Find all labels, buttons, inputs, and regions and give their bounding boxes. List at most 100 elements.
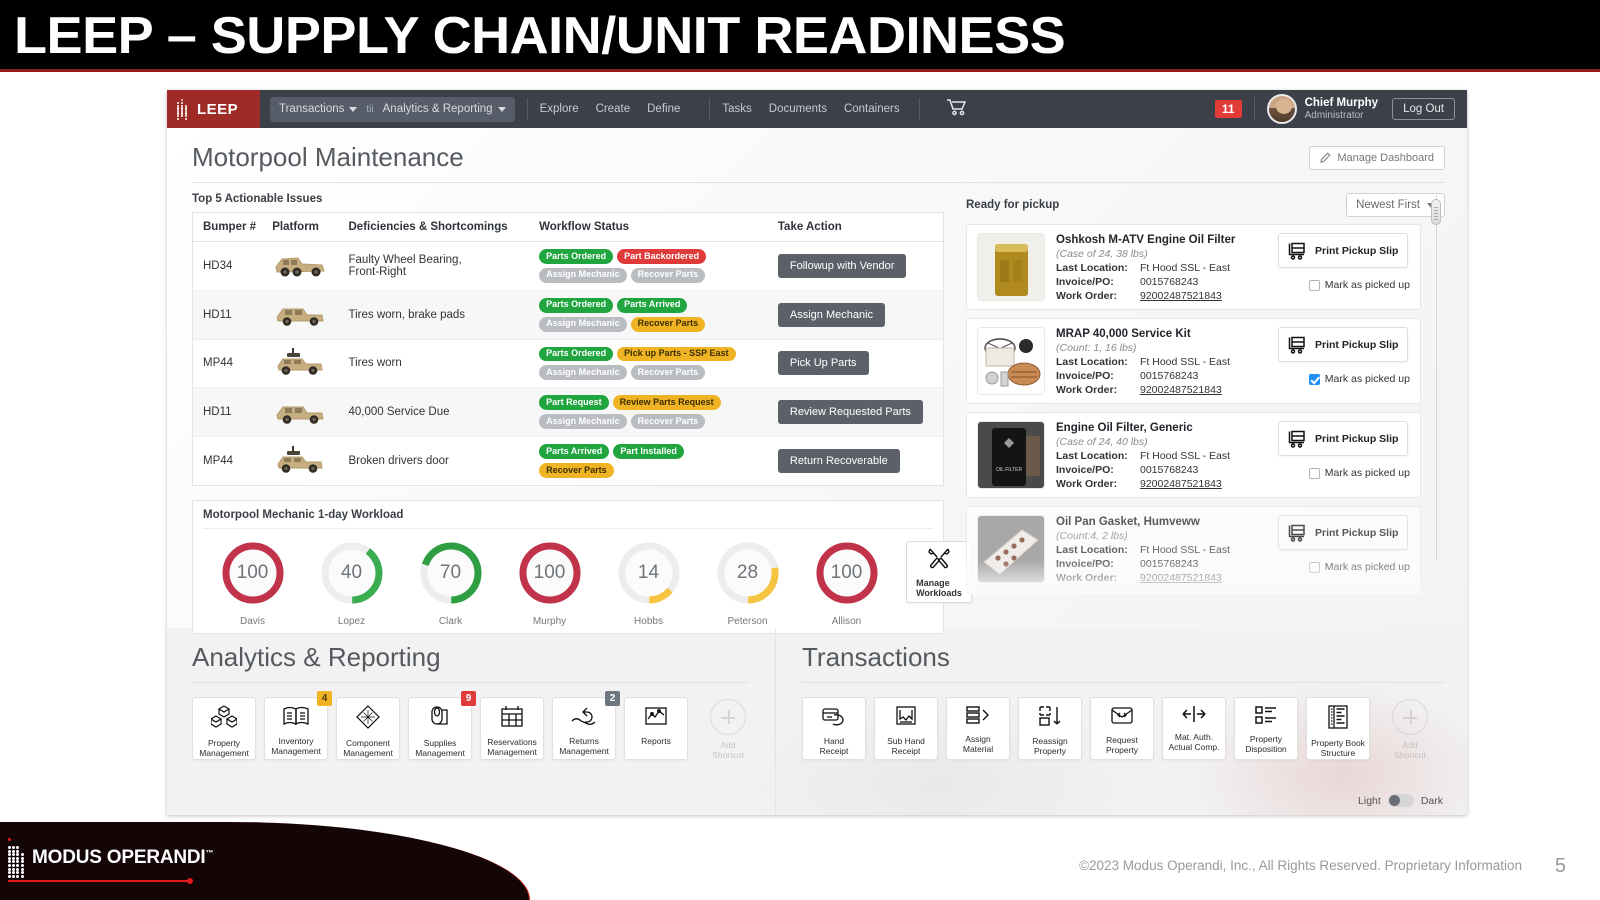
theme-toggle[interactable]: Light Dark xyxy=(1358,794,1443,807)
print-pickup-slip-button[interactable]: Print Pickup Slip xyxy=(1278,327,1408,362)
nav-link-define[interactable]: Define xyxy=(647,103,680,115)
dashboard-title: Motorpool Maintenance xyxy=(192,142,464,172)
take-action-button[interactable]: Pick Up Parts xyxy=(777,351,869,376)
nav-link-containers[interactable]: Containers xyxy=(844,103,900,115)
pickup-item-card[interactable]: MRAP 40,000 Service Kit (Count: 1, 16 lb… xyxy=(966,318,1421,404)
add-shortcut-button[interactable]: Add Shortcut xyxy=(696,697,760,761)
manage-workloads-button[interactable]: Manage Workloads xyxy=(906,540,972,603)
mark-picked-up-checkbox[interactable] xyxy=(1308,373,1320,385)
work-order-link[interactable]: 92002487521843 xyxy=(1140,478,1222,492)
shopping-cart-icon[interactable] xyxy=(946,98,968,121)
workload-gauge[interactable]: 70 Clark xyxy=(401,539,500,627)
shortcut-tile[interactable]: Request Property xyxy=(1090,697,1154,760)
mark-picked-up-label: Mark as picked up xyxy=(1324,279,1410,291)
nav-transactions[interactable]: Transactions xyxy=(279,103,358,115)
mark-picked-up-row[interactable]: Mark as picked up xyxy=(1278,467,1410,479)
transactions-panel-title: Transactions xyxy=(802,642,950,672)
workload-gauge[interactable]: 100 Allison xyxy=(797,539,896,627)
oil-filter-photo xyxy=(977,233,1045,301)
pickup-item-subtitle: (Case of 24, 38 lbs) xyxy=(1056,248,1148,261)
shortcut-tile[interactable]: Component Management xyxy=(336,697,400,760)
page-title: LEEP – SUPPLY CHAIN/UNIT READINESS xyxy=(14,7,1066,65)
pickup-item-card[interactable]: OIL FILTER Engine Oil Filter, Generic (C… xyxy=(966,412,1421,498)
logout-button[interactable]: Log Out xyxy=(1392,98,1455,120)
scrollbar-thumb[interactable] xyxy=(1431,199,1441,225)
workload-gauge[interactable]: 14 Hobbs xyxy=(599,539,698,627)
gauge-value: 14 xyxy=(637,561,660,583)
tile-label: Reports xyxy=(641,736,671,746)
mark-picked-up-row[interactable]: Mark as picked up xyxy=(1278,561,1410,573)
table-row[interactable]: MP44 Broken drivers door Parts Arrived Par… xyxy=(193,437,944,486)
print-pickup-slip-button[interactable]: Print Pickup Slip xyxy=(1278,233,1408,268)
analytics-reporting-panel: Analytics & Reporting Property Managemen… xyxy=(192,628,776,815)
shortcut-tile[interactable]: 2 Returns Management xyxy=(552,691,620,760)
app-brand[interactable]: LEEP xyxy=(167,90,260,128)
shortcut-tile[interactable]: Mat. Auth. Actual Comp. xyxy=(1162,697,1226,760)
nav-analytics-reporting[interactable]: Analytics & Reporting xyxy=(383,103,506,115)
avatar[interactable] xyxy=(1266,94,1297,124)
table-row[interactable]: HD11 40,000 Service Due Part Request Revie… xyxy=(192,387,944,438)
nav-link-documents[interactable]: Documents xyxy=(769,103,827,115)
mark-picked-up-checkbox[interactable] xyxy=(1308,279,1320,291)
shortcut-tile[interactable]: Hand Receipt xyxy=(802,697,866,760)
shortcut-tile[interactable]: Reassign Property xyxy=(1018,697,1082,760)
shortcut-tile[interactable]: Reports xyxy=(624,697,688,760)
shortcut-tile[interactable]: Property Disposition xyxy=(1234,697,1298,760)
workload-gauge[interactable]: 40 Lopez xyxy=(302,539,401,627)
add-shortcut-label: Add Shortcut xyxy=(712,740,744,760)
shortcut-tile[interactable]: 4 Inventory Management xyxy=(264,691,332,760)
mark-picked-up-row[interactable]: Mark as picked up xyxy=(1278,279,1410,291)
actionable-issues-table: Bumper # Platform Deficiencies & Shortco… xyxy=(192,212,944,486)
nav-link-create[interactable]: Create xyxy=(596,103,631,115)
shortcut-tile[interactable]: Sub Hand Receipt xyxy=(874,697,938,760)
table-row[interactable]: HD34 Faulty Wheel Bearing, Front-Right Pa… xyxy=(192,241,944,291)
tile-label: Component Management xyxy=(343,738,393,758)
nav-transactions-label: Transactions xyxy=(279,103,345,115)
cell-take-action: Assign Mechanic xyxy=(767,290,944,340)
pickup-item-subtitle: (Count:4, 2 lbs) xyxy=(1056,530,1128,543)
shortcut-tile[interactable]: Property Management xyxy=(192,697,256,760)
pickup-item-card[interactable]: Oil Pan Gasket, Humveww (Count:4, 2 lbs)… xyxy=(966,506,1421,592)
workload-gauge[interactable]: 100 Murphy xyxy=(500,539,599,627)
shortcut-tile[interactable]: Assign Material xyxy=(946,697,1010,760)
work-order-link[interactable]: 92002487521843 xyxy=(1140,290,1222,304)
shortcut-tile[interactable]: 9 Supplies Management xyxy=(408,691,476,760)
table-row[interactable]: MP44 Tires worn Parts Ordered Pick up Part… xyxy=(192,339,944,389)
take-action-button[interactable]: Return Recoverable xyxy=(777,449,900,474)
ready-for-pickup-list[interactable]: Oshkosh M-ATV Engine Oil Filter (Case of… xyxy=(966,224,1445,594)
leep-application-window: LEEP Transactions tii Analytics & Report… xyxy=(167,90,1467,815)
hand-receipt-icon xyxy=(821,705,847,732)
work-order-link[interactable]: 92002487521843 xyxy=(1140,572,1222,586)
take-action-button[interactable]: Followup with Vendor xyxy=(777,253,907,278)
invoice-label: Invoice/PO: xyxy=(1056,275,1114,288)
pickup-slip-icon xyxy=(1288,242,1305,260)
workload-gauge[interactable]: 28 Peterson xyxy=(698,539,797,627)
mark-picked-up-checkbox[interactable] xyxy=(1308,561,1320,573)
mark-picked-up-checkbox[interactable] xyxy=(1308,467,1320,479)
print-pickup-slip-button[interactable]: Print Pickup Slip xyxy=(1278,421,1408,456)
slide-page-number: 5 xyxy=(1554,855,1566,877)
theme-switch[interactable] xyxy=(1387,794,1414,807)
pickup-item-name: Engine Oil Filter, Generic xyxy=(1056,422,1193,434)
table-row[interactable]: HD11 Tires worn, brake pads Parts Ordered… xyxy=(192,290,944,340)
shortcut-tile[interactable]: Property Book Structure xyxy=(1306,697,1370,760)
work-order-link[interactable]: 92002487521843 xyxy=(1140,384,1222,398)
status-badge: Parts Arrived xyxy=(539,444,610,460)
add-shortcut-button[interactable]: Add Shortcut xyxy=(1378,697,1442,761)
dashboard-right-column: Ready for pickup Newest First Oshkosh M-… xyxy=(966,193,1445,634)
nav-link-tasks[interactable]: Tasks xyxy=(722,103,751,115)
notification-badge[interactable]: 11 xyxy=(1214,100,1242,118)
take-action-button[interactable]: Review Requested Parts xyxy=(777,400,923,425)
take-action-button[interactable]: Assign Mechanic xyxy=(777,302,886,327)
workload-gauge[interactable]: 100 Davis xyxy=(203,539,302,627)
print-pickup-slip-button[interactable]: Print Pickup Slip xyxy=(1278,515,1408,550)
pickup-item-card[interactable]: Oshkosh M-ATV Engine Oil Filter (Case of… xyxy=(966,224,1421,310)
mark-picked-up-row[interactable]: Mark as picked up xyxy=(1278,373,1410,385)
workflow-chip-group: Part Request Review Parts Request Assign M… xyxy=(539,395,762,430)
pickup-scrollbar[interactable] xyxy=(1431,195,1441,561)
manage-dashboard-button[interactable]: Manage Dashboard xyxy=(1309,145,1445,170)
nav-link-explore[interactable]: Explore xyxy=(540,103,579,115)
status-badge: Parts Ordered xyxy=(539,346,614,362)
status-badge: Recover Parts xyxy=(539,463,614,478)
shortcut-tile[interactable]: Reservations Management xyxy=(480,697,544,760)
